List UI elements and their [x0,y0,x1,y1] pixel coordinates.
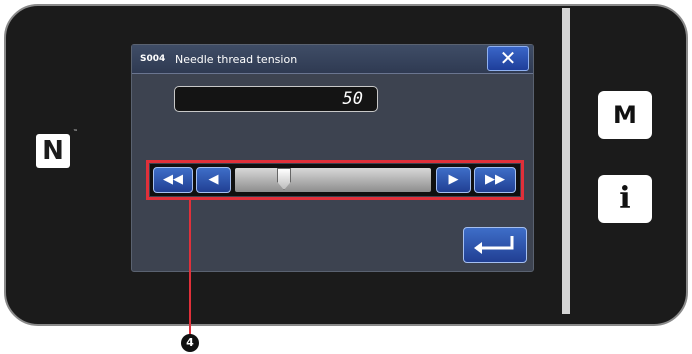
panel-divider [562,8,570,314]
decrease-button[interactable]: ◀ [196,167,231,193]
increase-button[interactable]: ▶ [436,167,471,193]
enter-button[interactable] [463,227,527,263]
slider-track[interactable] [235,168,431,192]
menu-button[interactable]: M [598,91,652,139]
close-button[interactable]: ✕ [487,46,529,71]
fast-increase-button[interactable]: ▶▶ [474,167,516,193]
nfc-icon: N [36,134,70,168]
close-icon: ✕ [499,46,517,70]
dialog-code: S004 [140,54,166,64]
info-button[interactable]: i [598,175,652,223]
dialog-titlebar: S004 Needle thread tension ✕ [132,45,533,74]
double-right-arrow-icon: ▶▶ [485,172,505,187]
dialog-title: Needle thread tension [175,53,298,66]
fast-decrease-button[interactable]: ◀◀ [153,167,193,193]
enter-icon [474,236,514,254]
callout-number: 4 [181,334,199,352]
tension-value: 50 [342,89,363,109]
nfc-trademark: ™ [73,129,78,135]
double-left-arrow-icon: ◀◀ [163,172,183,187]
callout-line [189,200,191,336]
right-arrow-icon: ▶ [448,172,459,187]
left-arrow-icon: ◀ [208,172,219,187]
value-display: 50 [174,86,378,112]
